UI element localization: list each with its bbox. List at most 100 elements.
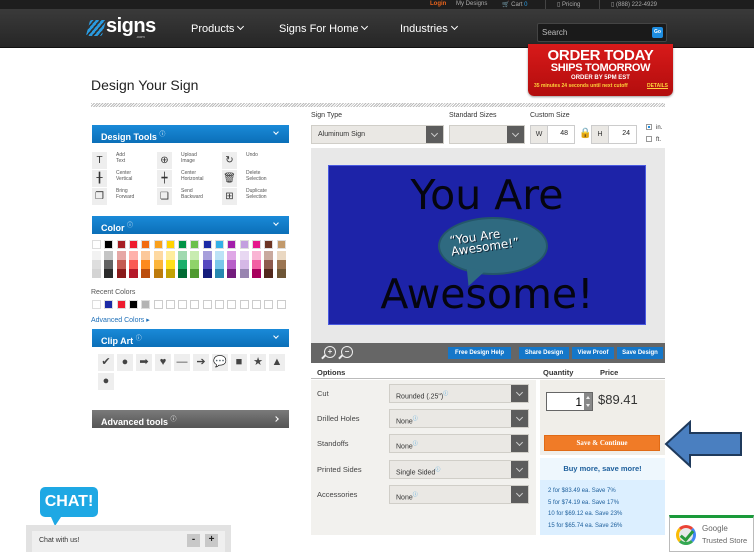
unit-inches-option[interactable]: in. (646, 124, 662, 131)
color-swatch[interactable] (165, 260, 175, 269)
clipart-line-icon[interactable]: — (174, 354, 190, 371)
color-swatch[interactable] (92, 269, 101, 278)
color-swatch[interactable] (227, 240, 237, 249)
info-icon[interactable]: ⓘ (443, 391, 448, 397)
pricing-link[interactable]: ▯ Pricing (557, 1, 580, 8)
clipart-speech-bubble-icon[interactable]: 💬 (212, 354, 228, 371)
color-swatch[interactable] (153, 269, 163, 278)
recent-color-swatch[interactable] (141, 300, 151, 309)
color-swatch[interactable] (264, 240, 274, 249)
color-header[interactable]: Color ⓘ (92, 216, 289, 234)
accessories-select[interactable]: Noneⓘ (389, 484, 529, 504)
standoffs-select[interactable]: Noneⓘ (389, 434, 529, 454)
color-swatch[interactable] (190, 240, 200, 249)
color-swatch[interactable] (190, 269, 200, 278)
color-swatch[interactable] (276, 240, 286, 249)
clipart-circle-2-icon[interactable]: ● (98, 373, 114, 390)
tool-undo[interactable]: ↻ Undo (222, 152, 284, 169)
info-icon[interactable]: ⓘ (136, 336, 142, 342)
clipart-square-icon[interactable]: ■ (231, 354, 247, 371)
color-swatch[interactable] (276, 269, 286, 278)
sign-type-select[interactable]: Aluminum Sign (311, 125, 444, 144)
cut-select[interactable]: Rounded (.25")ⓘ (389, 384, 529, 403)
info-icon[interactable]: ⓘ (127, 223, 133, 229)
color-swatch[interactable] (104, 269, 114, 278)
color-swatch[interactable] (116, 260, 126, 269)
color-swatch[interactable] (165, 251, 175, 260)
color-swatch[interactable] (239, 269, 249, 278)
color-swatch[interactable] (104, 251, 114, 260)
color-swatch[interactable] (227, 269, 237, 278)
color-swatch[interactable] (153, 260, 163, 269)
tool-duplicate-selection[interactable]: ⊞ Duplicate Selection (222, 188, 284, 205)
color-swatch[interactable] (215, 269, 224, 278)
unit-inches-checkbox[interactable] (646, 124, 652, 130)
recent-color-swatch[interactable] (116, 300, 126, 309)
color-swatch[interactable] (92, 240, 101, 249)
tool-upload-image[interactable]: ⊕ Upload Image (157, 152, 219, 169)
design-tools-header[interactable]: Design Tools ⓘ (92, 125, 289, 143)
height-input[interactable]: H 24 (591, 125, 637, 144)
color-swatch[interactable] (141, 240, 151, 249)
clip-art-header[interactable]: Clip Art ⓘ (92, 329, 289, 347)
color-swatch[interactable] (276, 260, 286, 269)
color-swatch[interactable] (92, 260, 101, 269)
color-swatch[interactable] (202, 269, 212, 278)
quantity-spin-icon[interactable] (584, 393, 592, 410)
color-swatch[interactable] (128, 269, 138, 278)
width-input[interactable]: W 48 (530, 125, 575, 144)
unit-feet-option[interactable]: ft. (646, 136, 661, 143)
clipart-triangle-icon[interactable]: ▲ (269, 354, 285, 371)
search-input[interactable] (542, 26, 642, 39)
color-swatch[interactable] (141, 251, 151, 260)
color-swatch[interactable] (141, 260, 151, 269)
color-swatch[interactable] (251, 269, 261, 278)
color-swatch[interactable] (92, 251, 101, 260)
clipart-star-icon[interactable]: ★ (250, 354, 266, 371)
free-design-help-button[interactable]: Free Design Help (448, 347, 511, 359)
tool-center-horizontal[interactable]: ┿ Center Horizontal (157, 170, 219, 187)
color-swatch[interactable] (239, 240, 249, 249)
clipart-checkmark-icon[interactable]: ✔ (98, 354, 114, 371)
color-swatch[interactable] (264, 260, 274, 269)
save-design-button[interactable]: Save Design (617, 347, 663, 359)
color-swatch[interactable] (141, 269, 151, 278)
recent-color-swatch[interactable] (92, 300, 101, 309)
nav-products[interactable]: Products (191, 22, 245, 35)
color-swatch[interactable] (215, 260, 224, 269)
info-icon[interactable]: ⓘ (435, 467, 440, 473)
phone-link[interactable]: ▯ (888) 222-4929 (611, 1, 657, 8)
color-swatch[interactable] (178, 240, 188, 249)
nav-industries[interactable]: Industries (400, 22, 458, 35)
info-icon[interactable]: ⓘ (413, 441, 418, 447)
share-design-button[interactable]: Share Design (519, 347, 569, 359)
info-icon[interactable]: ⓘ (413, 416, 418, 422)
my-designs-link[interactable]: My Designs (456, 1, 487, 7)
color-swatch[interactable] (128, 251, 138, 260)
color-swatch[interactable] (190, 260, 200, 269)
advanced-colors-link[interactable]: Advanced Colors ▸ (91, 316, 150, 324)
color-swatch[interactable] (264, 269, 274, 278)
color-swatch[interactable] (215, 240, 224, 249)
speech-bubble-clipart[interactable]: “You Are Awesome!” (438, 217, 548, 275)
color-swatch[interactable] (190, 251, 200, 260)
color-swatch[interactable] (239, 251, 249, 260)
color-swatch[interactable] (251, 240, 261, 249)
unit-feet-checkbox[interactable] (646, 136, 652, 142)
zoom-out-icon[interactable]: − (341, 346, 353, 358)
sign-text-line1[interactable]: You Are (329, 171, 645, 219)
color-swatch[interactable] (264, 251, 274, 260)
color-swatch[interactable] (202, 240, 212, 249)
chat-bar[interactable]: Chat with us! - + (32, 531, 225, 552)
color-swatch[interactable] (215, 251, 224, 260)
color-swatch[interactable] (104, 240, 114, 249)
tool-center-vertical[interactable]: ╂ Center Vertical (92, 170, 154, 187)
color-swatch[interactable] (128, 240, 138, 249)
color-swatch[interactable] (239, 260, 249, 269)
login-link[interactable]: Login (430, 1, 446, 7)
color-swatch[interactable] (153, 251, 163, 260)
color-swatch[interactable] (202, 251, 212, 260)
color-swatch[interactable] (276, 251, 286, 260)
color-swatch[interactable] (116, 240, 126, 249)
tool-send-backward[interactable]: ❏ Send Backward (157, 188, 219, 205)
